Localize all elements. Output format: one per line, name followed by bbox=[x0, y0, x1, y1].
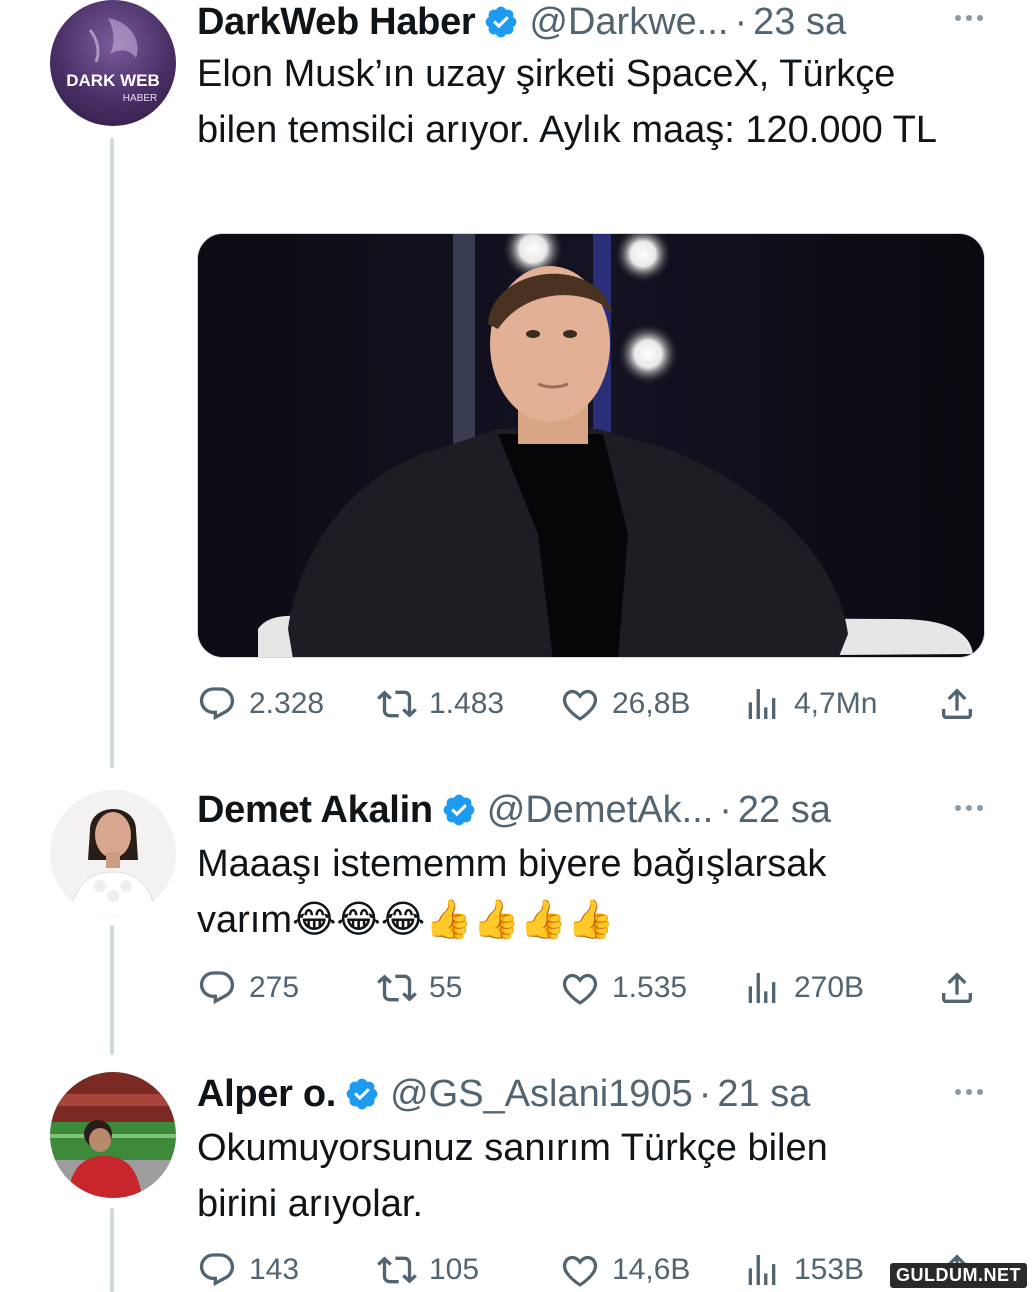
tweet-text: Okumuyorsunuz sanırım Türkçe bilen birin… bbox=[197, 1127, 828, 1225]
reply-icon bbox=[197, 1250, 237, 1290]
avatar-photo bbox=[50, 790, 176, 916]
retweet-button[interactable]: 55 bbox=[377, 968, 462, 1008]
verified-badge-icon bbox=[441, 792, 477, 828]
timestamp[interactable]: 23 sa bbox=[753, 1, 846, 44]
timestamp[interactable]: 22 sa bbox=[738, 789, 831, 832]
thread-line bbox=[110, 138, 114, 768]
display-name[interactable]: DarkWeb Haber bbox=[197, 1, 476, 44]
tweet-header: Alper o. @GS_Aslani1905 · 21 sa bbox=[197, 1072, 973, 1116]
photo-elon-musk bbox=[198, 234, 984, 657]
handle[interactable]: @GS_Aslani1905 bbox=[390, 1073, 693, 1116]
views-count: 4,7Mn bbox=[794, 687, 878, 720]
reply-count: 143 bbox=[249, 1253, 300, 1286]
thread-line bbox=[110, 1208, 114, 1292]
tweet-header: DarkWeb Haber @Darkwe... · 23 sa bbox=[197, 0, 973, 44]
watermark: GULDUM.NET bbox=[890, 1263, 1027, 1288]
svg-text:DARK WEB: DARK WEB bbox=[66, 71, 160, 90]
verified-badge-icon bbox=[483, 4, 519, 40]
like-icon bbox=[560, 968, 600, 1008]
retweet-count: 1.483 bbox=[429, 687, 505, 720]
retweet-button[interactable]: 105 bbox=[377, 1250, 479, 1290]
display-name[interactable]: Alper o. bbox=[197, 1073, 336, 1116]
views-button[interactable]: 153B bbox=[742, 1250, 864, 1290]
like-icon bbox=[560, 684, 600, 724]
avatar-photo bbox=[50, 1072, 176, 1198]
reply-button[interactable]: 275 bbox=[197, 968, 299, 1008]
separator-dot: · bbox=[734, 0, 748, 43]
display-name[interactable]: Demet Akalin bbox=[197, 789, 433, 832]
tweet-actions: 2.328 1.483 26,8B 4,7Mn bbox=[197, 684, 987, 724]
like-button[interactable]: 26,8B bbox=[560, 684, 690, 724]
share-button[interactable] bbox=[937, 968, 977, 1008]
retweet-count: 105 bbox=[429, 1253, 480, 1286]
like-count: 26,8B bbox=[612, 687, 691, 720]
views-button[interactable]: 270B bbox=[742, 968, 864, 1008]
reply-button[interactable]: 143 bbox=[197, 1250, 299, 1290]
views-count: 153B bbox=[794, 1253, 865, 1286]
like-count: 1.535 bbox=[612, 971, 688, 1004]
tweet-actions: 275 55 1.535 270B bbox=[197, 968, 987, 1008]
handle[interactable]: @Darkwe... bbox=[529, 1, 728, 44]
like-count: 14,6B bbox=[612, 1253, 691, 1286]
retweet-icon bbox=[377, 684, 417, 724]
reply-icon bbox=[197, 968, 237, 1008]
retweet-icon bbox=[377, 968, 417, 1008]
tweet-text: Elon Musk’ın uzay şirketi SpaceX, Türkçe… bbox=[197, 53, 937, 151]
tweet-text: Maaaşı istememm biyere bağışlarsak varım… bbox=[197, 843, 827, 941]
like-button[interactable]: 1.535 bbox=[560, 968, 687, 1008]
reply-button[interactable]: 2.328 bbox=[197, 684, 324, 724]
reply-count: 275 bbox=[249, 971, 300, 1004]
darkweb-logo: DARK WEB HABER bbox=[66, 18, 160, 104]
svg-text:HABER: HABER bbox=[123, 93, 157, 104]
reply-count: 2.328 bbox=[249, 687, 325, 720]
reply-icon bbox=[197, 684, 237, 724]
views-icon bbox=[742, 1250, 782, 1290]
retweet-count: 55 bbox=[429, 971, 463, 1004]
share-icon bbox=[937, 684, 977, 724]
like-button[interactable]: 14,6B bbox=[560, 1250, 690, 1290]
avatar[interactable] bbox=[50, 1072, 176, 1198]
avatar[interactable] bbox=[50, 790, 176, 916]
tweet-actions: 143 105 14,6B 153B bbox=[197, 1250, 987, 1290]
share-button[interactable] bbox=[937, 684, 977, 724]
like-icon bbox=[560, 1250, 600, 1290]
avatar[interactable]: DARK WEB HABER bbox=[50, 0, 176, 126]
share-icon bbox=[937, 968, 977, 1008]
tweet-header: Demet Akalin @DemetAk... · 22 sa bbox=[197, 788, 973, 832]
more-icon[interactable] bbox=[955, 15, 983, 21]
views-button[interactable]: 4,7Mn bbox=[742, 684, 877, 724]
tweet-photo[interactable] bbox=[197, 233, 985, 658]
verified-badge-icon bbox=[344, 1076, 380, 1112]
views-count: 270B bbox=[794, 971, 865, 1004]
retweet-button[interactable]: 1.483 bbox=[377, 684, 504, 724]
separator-dot: · bbox=[719, 788, 732, 831]
views-icon bbox=[742, 684, 782, 724]
separator-dot: · bbox=[698, 1072, 712, 1115]
more-icon[interactable] bbox=[955, 805, 983, 811]
timestamp[interactable]: 21 sa bbox=[717, 1073, 810, 1116]
views-icon bbox=[742, 968, 782, 1008]
thread-line bbox=[110, 925, 114, 1055]
more-icon[interactable] bbox=[955, 1089, 983, 1095]
handle[interactable]: @DemetAk... bbox=[487, 789, 714, 832]
retweet-icon bbox=[377, 1250, 417, 1290]
